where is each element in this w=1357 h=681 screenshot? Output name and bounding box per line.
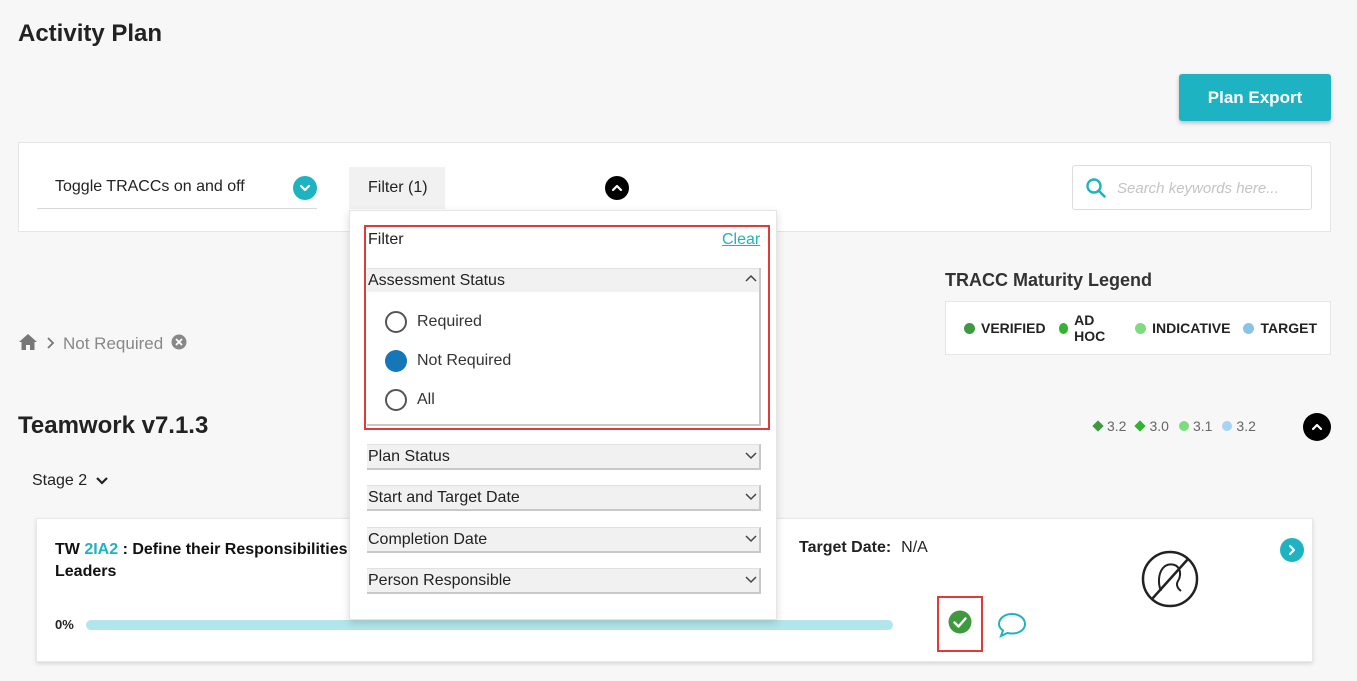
- maturity-legend: VERIFIED AD HOC INDICATIVE TARGET: [945, 301, 1331, 355]
- legend-dot: [1135, 322, 1147, 334]
- filter-tab[interactable]: Filter (1): [349, 167, 445, 209]
- score-verified: 3.2: [1092, 418, 1127, 434]
- progress-bar: [86, 620, 893, 630]
- radio-label: Required: [417, 313, 482, 330]
- filter-panel-title: Filter: [368, 231, 404, 248]
- no-user-assigned-icon[interactable]: [1141, 550, 1199, 613]
- plan-export-button[interactable]: Plan Export: [1179, 74, 1331, 121]
- filter-dropdown-panel: Filter Clear Assessment Status Required …: [349, 210, 777, 620]
- radio-label: All: [417, 391, 435, 408]
- verified-status-highlight: [937, 596, 983, 652]
- comment-icon[interactable]: [997, 612, 1027, 643]
- diamond-icon: [1092, 420, 1104, 432]
- diamond-icon: [1134, 420, 1147, 432]
- search-icon[interactable]: [1085, 177, 1107, 204]
- accordion-header[interactable]: Assessment Status: [367, 268, 759, 292]
- chevron-down-icon: [96, 477, 108, 485]
- score-target: 3.2: [1222, 418, 1256, 434]
- home-icon[interactable]: [18, 333, 38, 356]
- filter-tab-label: Filter (1): [368, 179, 428, 196]
- legend-label: TARGET: [1260, 320, 1317, 336]
- accordion-plan-status[interactable]: Plan Status: [367, 444, 761, 470]
- legend-label: INDICATIVE: [1152, 320, 1231, 336]
- accordion-person-responsible[interactable]: Person Responsible: [367, 568, 761, 594]
- radio-not-required[interactable]: Not Required: [385, 350, 511, 372]
- stage-label: Stage 2: [32, 472, 88, 489]
- dot-icon: [1222, 421, 1233, 431]
- chevron-down-icon: [745, 452, 757, 460]
- activity-code-link[interactable]: 2IA2: [84, 541, 118, 558]
- activity-title-text: : Define their Responsibilities: [118, 541, 348, 558]
- radio-ring[interactable]: [385, 389, 407, 411]
- progress-percent: 0%: [55, 617, 74, 632]
- search-input[interactable]: [1117, 172, 1302, 204]
- chevron-right-icon: [46, 334, 55, 354]
- breadcrumb: Not Required: [18, 333, 195, 355]
- target-date-label: Target Date:: [799, 539, 892, 556]
- verified-check-icon[interactable]: [948, 610, 972, 639]
- activity-prefix: TW: [55, 541, 85, 558]
- accordion-label: Plan Status: [368, 448, 450, 465]
- chevron-right-icon[interactable]: [1280, 538, 1304, 562]
- activity-title: TW 2IA2 : Define their Responsibilities …: [55, 539, 375, 583]
- legend-dot: [1243, 322, 1255, 334]
- clear-filter-link[interactable]: Clear: [722, 231, 760, 249]
- activity-title-line2: Leaders: [55, 563, 117, 580]
- stage-dropdown[interactable]: Stage 2: [32, 472, 109, 490]
- radio-ring[interactable]: [385, 311, 407, 333]
- maturity-scores: 3.2 3.0 3.1 3.2: [1092, 418, 1266, 434]
- legend-item-target: TARGET: [1243, 320, 1317, 336]
- score-adhoc: 3.0: [1134, 418, 1169, 434]
- legend-item-indicative: INDICATIVE: [1135, 320, 1230, 336]
- accordion-start-target-date[interactable]: Start and Target Date: [367, 485, 761, 511]
- toggle-traccs-dropdown[interactable]: Toggle TRACCs on and off: [37, 161, 317, 209]
- score-value: 3.2: [1107, 418, 1127, 434]
- chevron-down-icon[interactable]: [293, 176, 317, 200]
- accordion-label: Person Responsible: [368, 572, 512, 589]
- legend-item-verified: VERIFIED: [964, 320, 1046, 336]
- breadcrumb-current: Not Required: [63, 334, 164, 353]
- score-indicative: 3.1: [1178, 418, 1213, 434]
- target-date-value: N/A: [901, 539, 928, 556]
- accordion-label: Start and Target Date: [368, 489, 520, 506]
- legend-label: AD HOC: [1074, 312, 1106, 344]
- legend-label: VERIFIED: [981, 320, 1046, 336]
- radio-required[interactable]: Required: [385, 311, 482, 333]
- dot-icon: [1178, 421, 1189, 431]
- collapse-section-icon[interactable]: [1303, 413, 1331, 441]
- radio-label: Not Required: [417, 352, 512, 369]
- radio-all[interactable]: All: [385, 389, 435, 411]
- search-box: [1072, 165, 1312, 210]
- legend-dot: [1058, 322, 1069, 334]
- score-value: 3.2: [1236, 418, 1256, 434]
- section-title: Teamwork v7.1.3: [18, 412, 209, 439]
- target-date: Target Date: N/A: [799, 539, 928, 557]
- remove-filter-icon[interactable]: [171, 334, 187, 355]
- accordion-completion-date[interactable]: Completion Date: [367, 527, 761, 553]
- chevron-down-icon: [745, 493, 757, 501]
- accordion-assessment-status: Assessment Status Required Not Required …: [367, 268, 761, 426]
- legend-title: TRACC Maturity Legend: [945, 270, 1152, 290]
- score-value: 3.0: [1149, 418, 1169, 434]
- page-title: Activity Plan: [18, 20, 163, 47]
- chevron-up-icon[interactable]: [605, 176, 629, 200]
- radio-ring-selected[interactable]: [385, 350, 407, 372]
- score-value: 3.1: [1192, 418, 1213, 434]
- accordion-label: Completion Date: [368, 531, 488, 548]
- chevron-down-icon: [745, 576, 757, 584]
- chevron-down-icon: [745, 535, 757, 543]
- legend-dot: [964, 322, 975, 334]
- legend-item-adhoc: AD HOC: [1058, 312, 1123, 344]
- toggle-traccs-label: Toggle TRACCs on and off: [55, 178, 245, 195]
- accordion-label: Assessment Status: [368, 272, 505, 289]
- chevron-up-icon: [745, 274, 757, 282]
